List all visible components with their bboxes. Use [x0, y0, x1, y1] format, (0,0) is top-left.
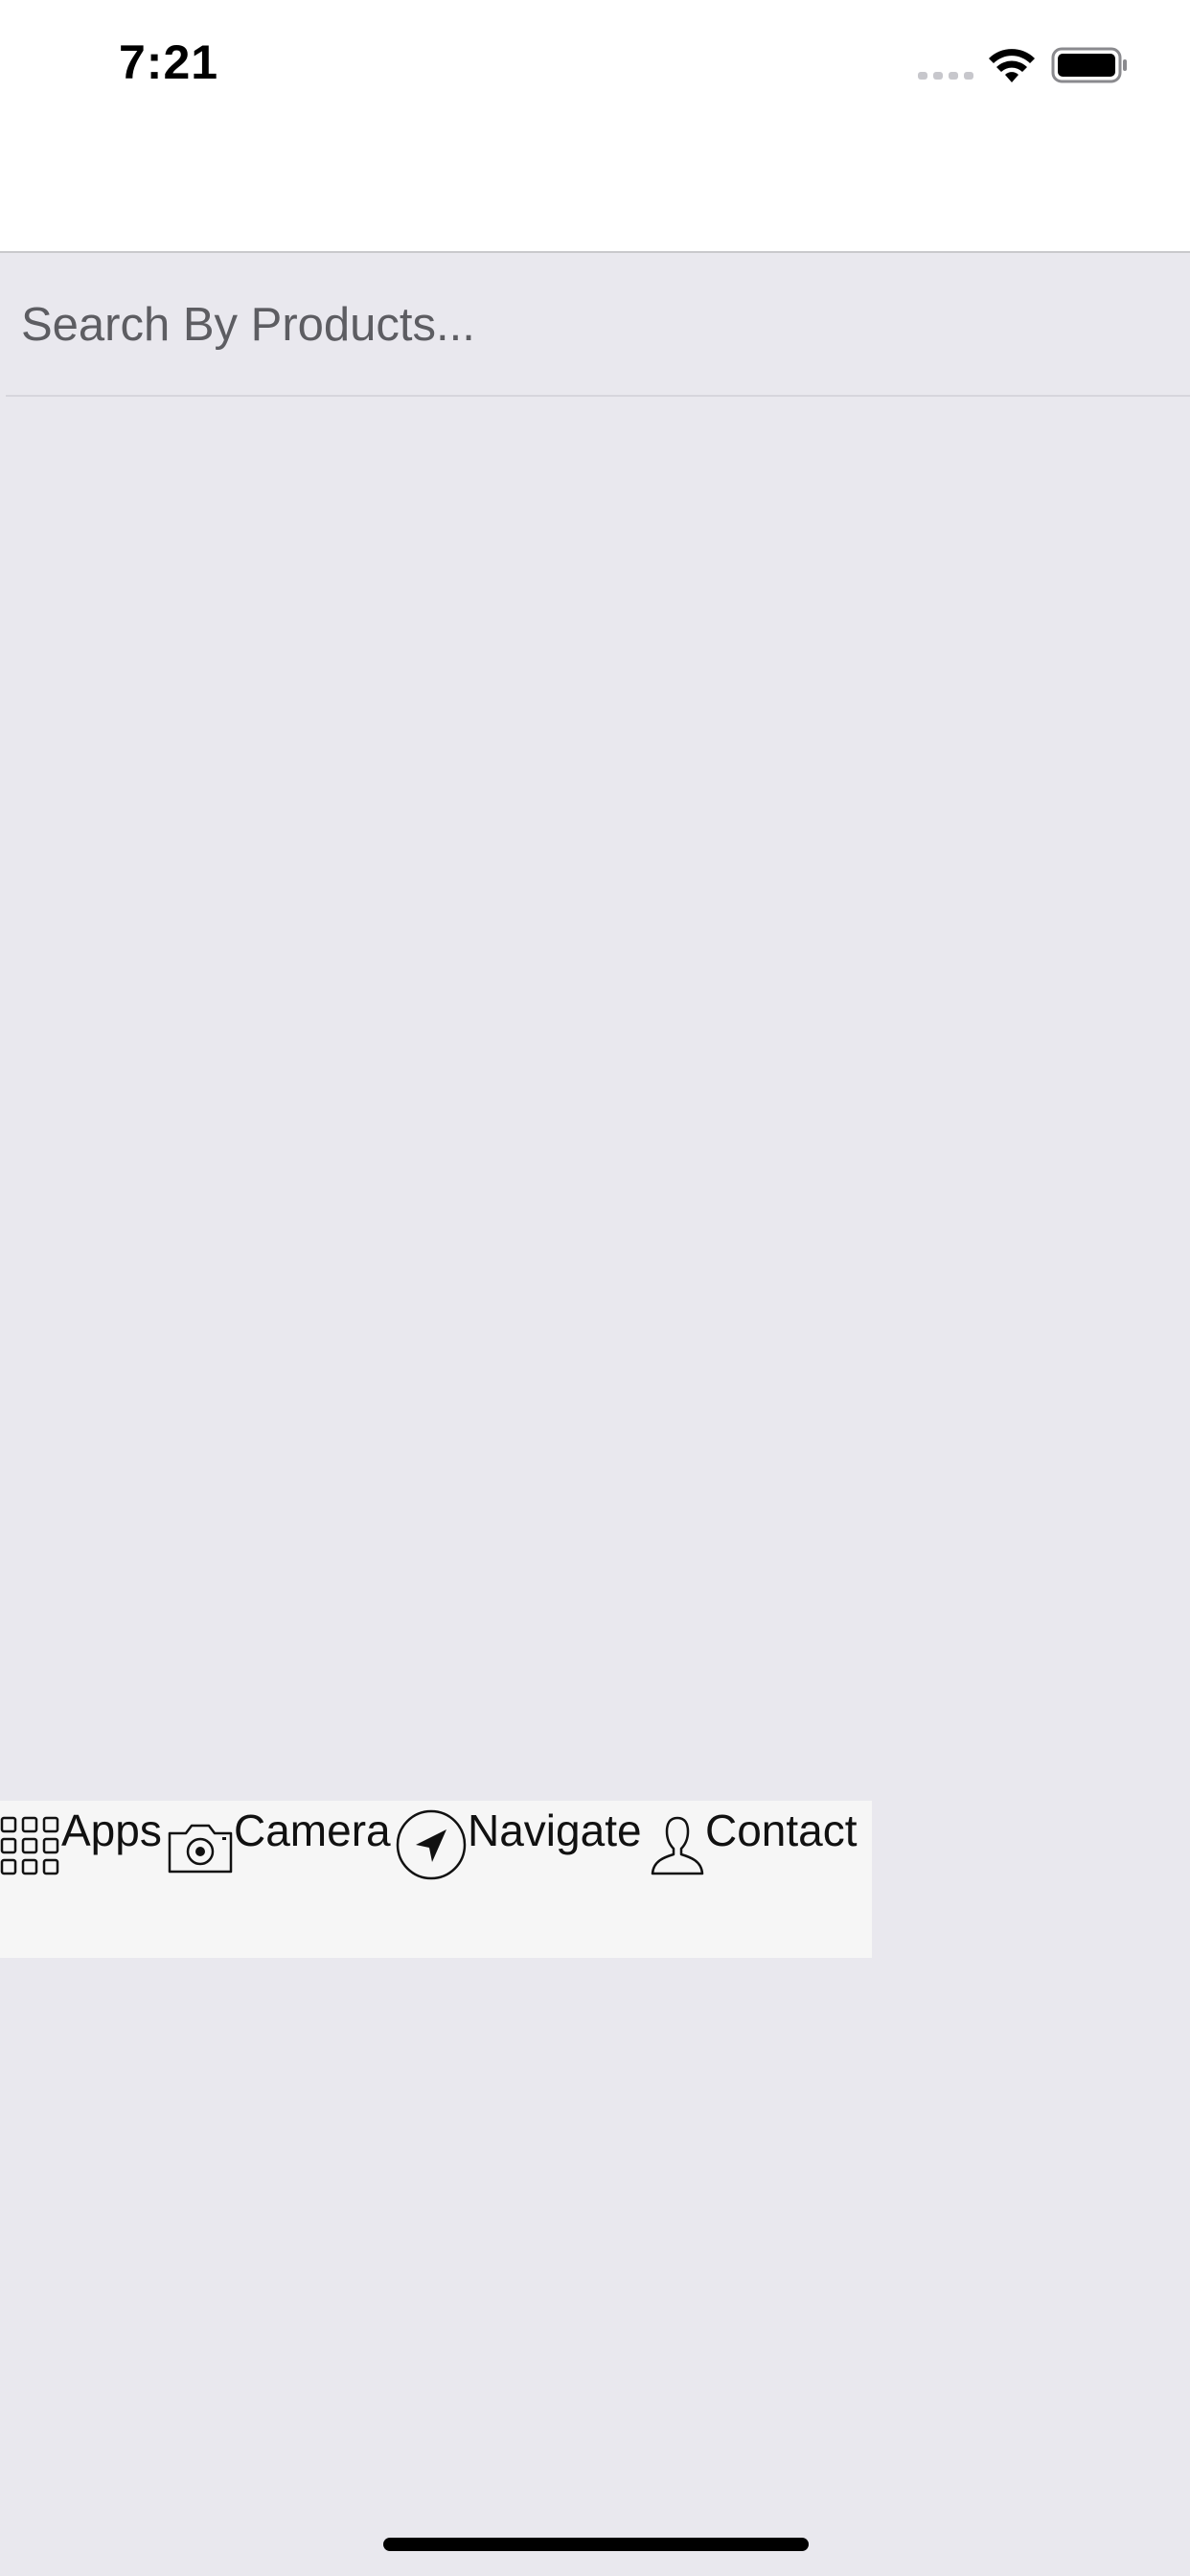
wifi-icon: [989, 49, 1035, 82]
tab-apps[interactable]: Apps: [0, 1801, 162, 1887]
camera-icon: [168, 1824, 233, 1874]
tab-navigate-label: Navigate: [468, 1806, 642, 1855]
navigation-bar: [0, 144, 1190, 253]
contact-person-icon: [651, 1816, 704, 1875]
home-indicator: [383, 2538, 809, 2551]
apps-grid-icon: [0, 1816, 59, 1875]
navigate-arrow-icon: [396, 1809, 467, 1880]
status-bar: 7:21: [0, 0, 1190, 144]
tab-camera-label: Camera: [234, 1806, 391, 1855]
tab-bar: Apps Camera Navigate Contact: [0, 1801, 872, 1958]
tab-contact-label: Contact: [705, 1806, 858, 1855]
battery-icon: [1051, 47, 1127, 83]
search-bar: [0, 253, 1190, 397]
search-input[interactable]: [21, 291, 1171, 358]
tab-navigate[interactable]: Navigate: [395, 1801, 642, 1887]
tab-apps-label: Apps: [61, 1806, 162, 1855]
tab-camera[interactable]: Camera: [167, 1801, 391, 1887]
search-divider: [6, 395, 1190, 397]
tab-contact[interactable]: Contact: [650, 1801, 858, 1887]
cellular-signal-icon: [918, 72, 973, 80]
status-time: 7:21: [119, 35, 219, 89]
